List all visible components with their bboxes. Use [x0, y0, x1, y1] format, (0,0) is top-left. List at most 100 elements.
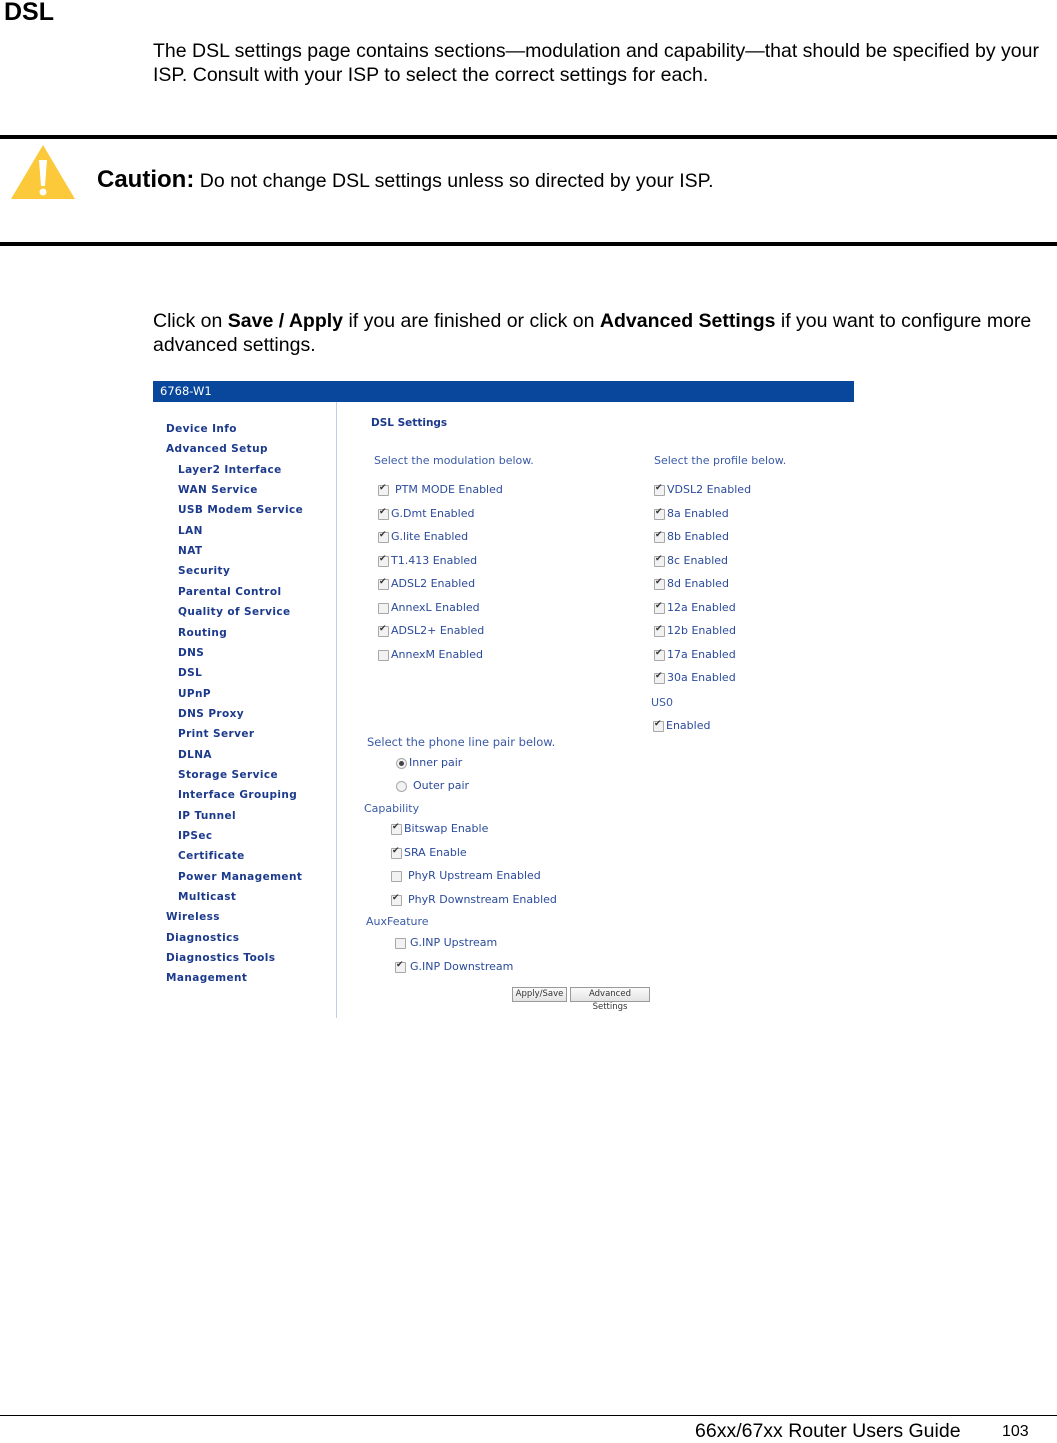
caution-bottom-rule: [0, 242, 1057, 246]
warning-triangle-icon: [10, 144, 76, 200]
sidebar-item-dns[interactable]: DNS: [178, 647, 204, 659]
sidebar-item-diagnostics-tools[interactable]: Diagnostics Tools: [166, 952, 275, 964]
sidebar-item-dlna[interactable]: DLNA: [178, 749, 212, 761]
vdsl2-enabled-label: VDSL2 Enabled: [667, 483, 752, 496]
8b-enabled-label: 8b Enabled: [667, 530, 729, 543]
8c-enabled-label: 8c Enabled: [667, 553, 728, 567]
sidebar-item-advanced-setup[interactable]: Advanced Setup: [166, 443, 268, 455]
sra-enable-label: SRA Enable: [404, 845, 467, 859]
sidebar-item-lan[interactable]: LAN: [178, 525, 203, 537]
g-inp-upstream-label: G.INP Upstream: [410, 936, 498, 949]
g-inp-downstream-checkbox[interactable]: [395, 960, 406, 973]
g-inp-downstream-label: G.INP Downstream: [410, 959, 514, 973]
sidebar-item-dsl[interactable]: DSL: [178, 667, 202, 679]
sidebar-item-storage-service[interactable]: Storage Service: [178, 769, 278, 781]
sidebar-item-certificate[interactable]: Certificate: [178, 850, 245, 862]
bitswap-enable-label: Bitswap Enable: [404, 822, 489, 835]
8b-enabled-checkbox[interactable]: [654, 530, 665, 543]
caution-label: Caution:: [97, 166, 195, 193]
capability-label: Capability: [364, 802, 420, 815]
30a-enabled-checkbox[interactable]: [654, 671, 665, 684]
sidebar-item-wan-service[interactable]: WAN Service: [178, 484, 258, 496]
us0-label: US0: [651, 696, 674, 709]
phyr-downstream-enabled-checkbox[interactable]: [391, 893, 402, 906]
12b-enabled-checkbox[interactable]: [654, 624, 665, 637]
phyr-downstream-enabled-label: PhyR Downstream Enabled: [408, 892, 557, 906]
bitswap-enable-checkbox[interactable]: [391, 822, 402, 835]
sidebar-item-ipsec[interactable]: IPSec: [178, 830, 213, 842]
phyr-upstream-enabled-label: PhyR Upstream Enabled: [408, 869, 541, 882]
sidebar-item-nat[interactable]: NAT: [178, 545, 202, 557]
adsl2-enabled-label: ADSL2 Enabled: [391, 577, 476, 590]
vdsl2-enabled-checkbox[interactable]: [654, 483, 665, 496]
annexl-enabled-label: AnnexL Enabled: [391, 600, 480, 614]
instruction-text: if you are finished or click on: [343, 310, 600, 332]
caution-message: Caution: Do not change DSL settings unle…: [97, 166, 714, 194]
g-lite-enabled-checkbox[interactable]: [378, 530, 389, 543]
sidebar-item-quality-of-service[interactable]: Quality of Service: [178, 606, 291, 618]
sidebar-item-dns-proxy[interactable]: DNS Proxy: [178, 708, 244, 720]
footer-guide-title: 66xx/67xx Router Users Guide: [695, 1420, 961, 1442]
17a-enabled-label: 17a Enabled: [667, 647, 736, 661]
sidebar-item-diagnostics[interactable]: Diagnostics: [166, 932, 239, 944]
instruction-text: Click on: [153, 310, 228, 332]
t1-413-enabled-checkbox[interactable]: [378, 554, 389, 567]
adsl2-enabled-checkbox[interactable]: [378, 624, 389, 637]
sidebar-item-parental-control[interactable]: Parental Control: [178, 586, 281, 598]
g-dmt-enabled-checkbox[interactable]: [378, 507, 389, 520]
document-title: DSL: [4, 0, 54, 26]
8d-enabled-checkbox[interactable]: [654, 577, 665, 590]
sra-enable-checkbox[interactable]: [391, 846, 402, 859]
auxfeature-label: AuxFeature: [366, 915, 429, 928]
sidebar-item-routing[interactable]: Routing: [178, 627, 227, 639]
caution-text: Do not change DSL settings unless so dir…: [199, 170, 714, 192]
advanced-settings-button[interactable]: Advanced Settings: [570, 987, 650, 1012]
caution-top-rule: [0, 135, 1057, 139]
router-header-bar: 6768-W1: [153, 381, 854, 402]
outer-pair-radio[interactable]: [396, 781, 407, 792]
page-number: 103: [1002, 1423, 1029, 1440]
outer-pair-label: Outer pair: [413, 779, 470, 792]
us0-enabled-label: Enabled: [666, 719, 711, 732]
sidebar-item-usb-modem-service[interactable]: USB Modem Service: [178, 504, 303, 516]
router-model-title: 6768-W1: [160, 384, 212, 398]
save-apply-reference: Save / Apply: [227, 310, 344, 332]
sidebar-item-ip-tunnel[interactable]: IP Tunnel: [178, 810, 236, 822]
us0-enabled-checkbox[interactable]: [653, 719, 664, 732]
dsl-settings-heading: DSL Settings: [371, 417, 448, 429]
8a-enabled-checkbox[interactable]: [654, 507, 665, 520]
sidebar-item-print-server[interactable]: Print Server: [178, 728, 254, 740]
annexl-enabled-checkbox[interactable]: [378, 602, 389, 614]
phyr-upstream-enabled-checkbox[interactable]: [391, 871, 402, 882]
17a-enabled-checkbox[interactable]: [654, 648, 665, 661]
annexm-enabled-checkbox[interactable]: [378, 649, 389, 661]
sidebar-item-wireless[interactable]: Wireless: [166, 911, 220, 923]
12a-enabled-label: 12a Enabled: [667, 600, 736, 614]
footer-rule: [0, 1415, 1057, 1416]
t1-413-enabled-label: T1.413 Enabled: [391, 553, 478, 567]
g-lite-enabled-label: G.lite Enabled: [391, 530, 469, 543]
inner-pair-label: Inner pair: [409, 756, 463, 769]
sidebar-item-upnp[interactable]: UPnP: [178, 688, 211, 700]
intro-paragraph: The DSL settings page contains sections—…: [153, 40, 1039, 86]
sidebar-item-device-info[interactable]: Device Info: [166, 423, 237, 435]
30a-enabled-label: 30a Enabled: [667, 671, 736, 684]
ptm-mode-enabled-label: PTM MODE Enabled: [395, 483, 503, 496]
8a-enabled-label: 8a Enabled: [667, 506, 729, 520]
8d-enabled-label: 8d Enabled: [667, 577, 729, 590]
sidebar-item-layer2-interface[interactable]: Layer2 Interface: [178, 464, 282, 476]
sidebar-item-multicast[interactable]: Multicast: [178, 891, 236, 903]
sidebar-item-power-management[interactable]: Power Management: [178, 871, 302, 883]
apply-save-button[interactable]: Apply/Save: [512, 987, 567, 1002]
12a-enabled-checkbox[interactable]: [654, 601, 665, 614]
sidebar-item-management[interactable]: Management: [166, 972, 247, 984]
ptm-mode-enabled-checkbox[interactable]: [378, 483, 389, 496]
annexm-enabled-label: AnnexM Enabled: [391, 647, 483, 661]
adsl2-enabled-checkbox[interactable]: [378, 577, 389, 590]
inner-pair-radio[interactable]: [396, 758, 407, 769]
sidebar-item-security[interactable]: Security: [178, 565, 230, 577]
profile-prompt: Select the profile below.: [654, 454, 787, 467]
g-inp-upstream-checkbox[interactable]: [395, 938, 406, 949]
8c-enabled-checkbox[interactable]: [654, 554, 665, 567]
sidebar-item-interface-grouping[interactable]: Interface Grouping: [178, 789, 297, 801]
